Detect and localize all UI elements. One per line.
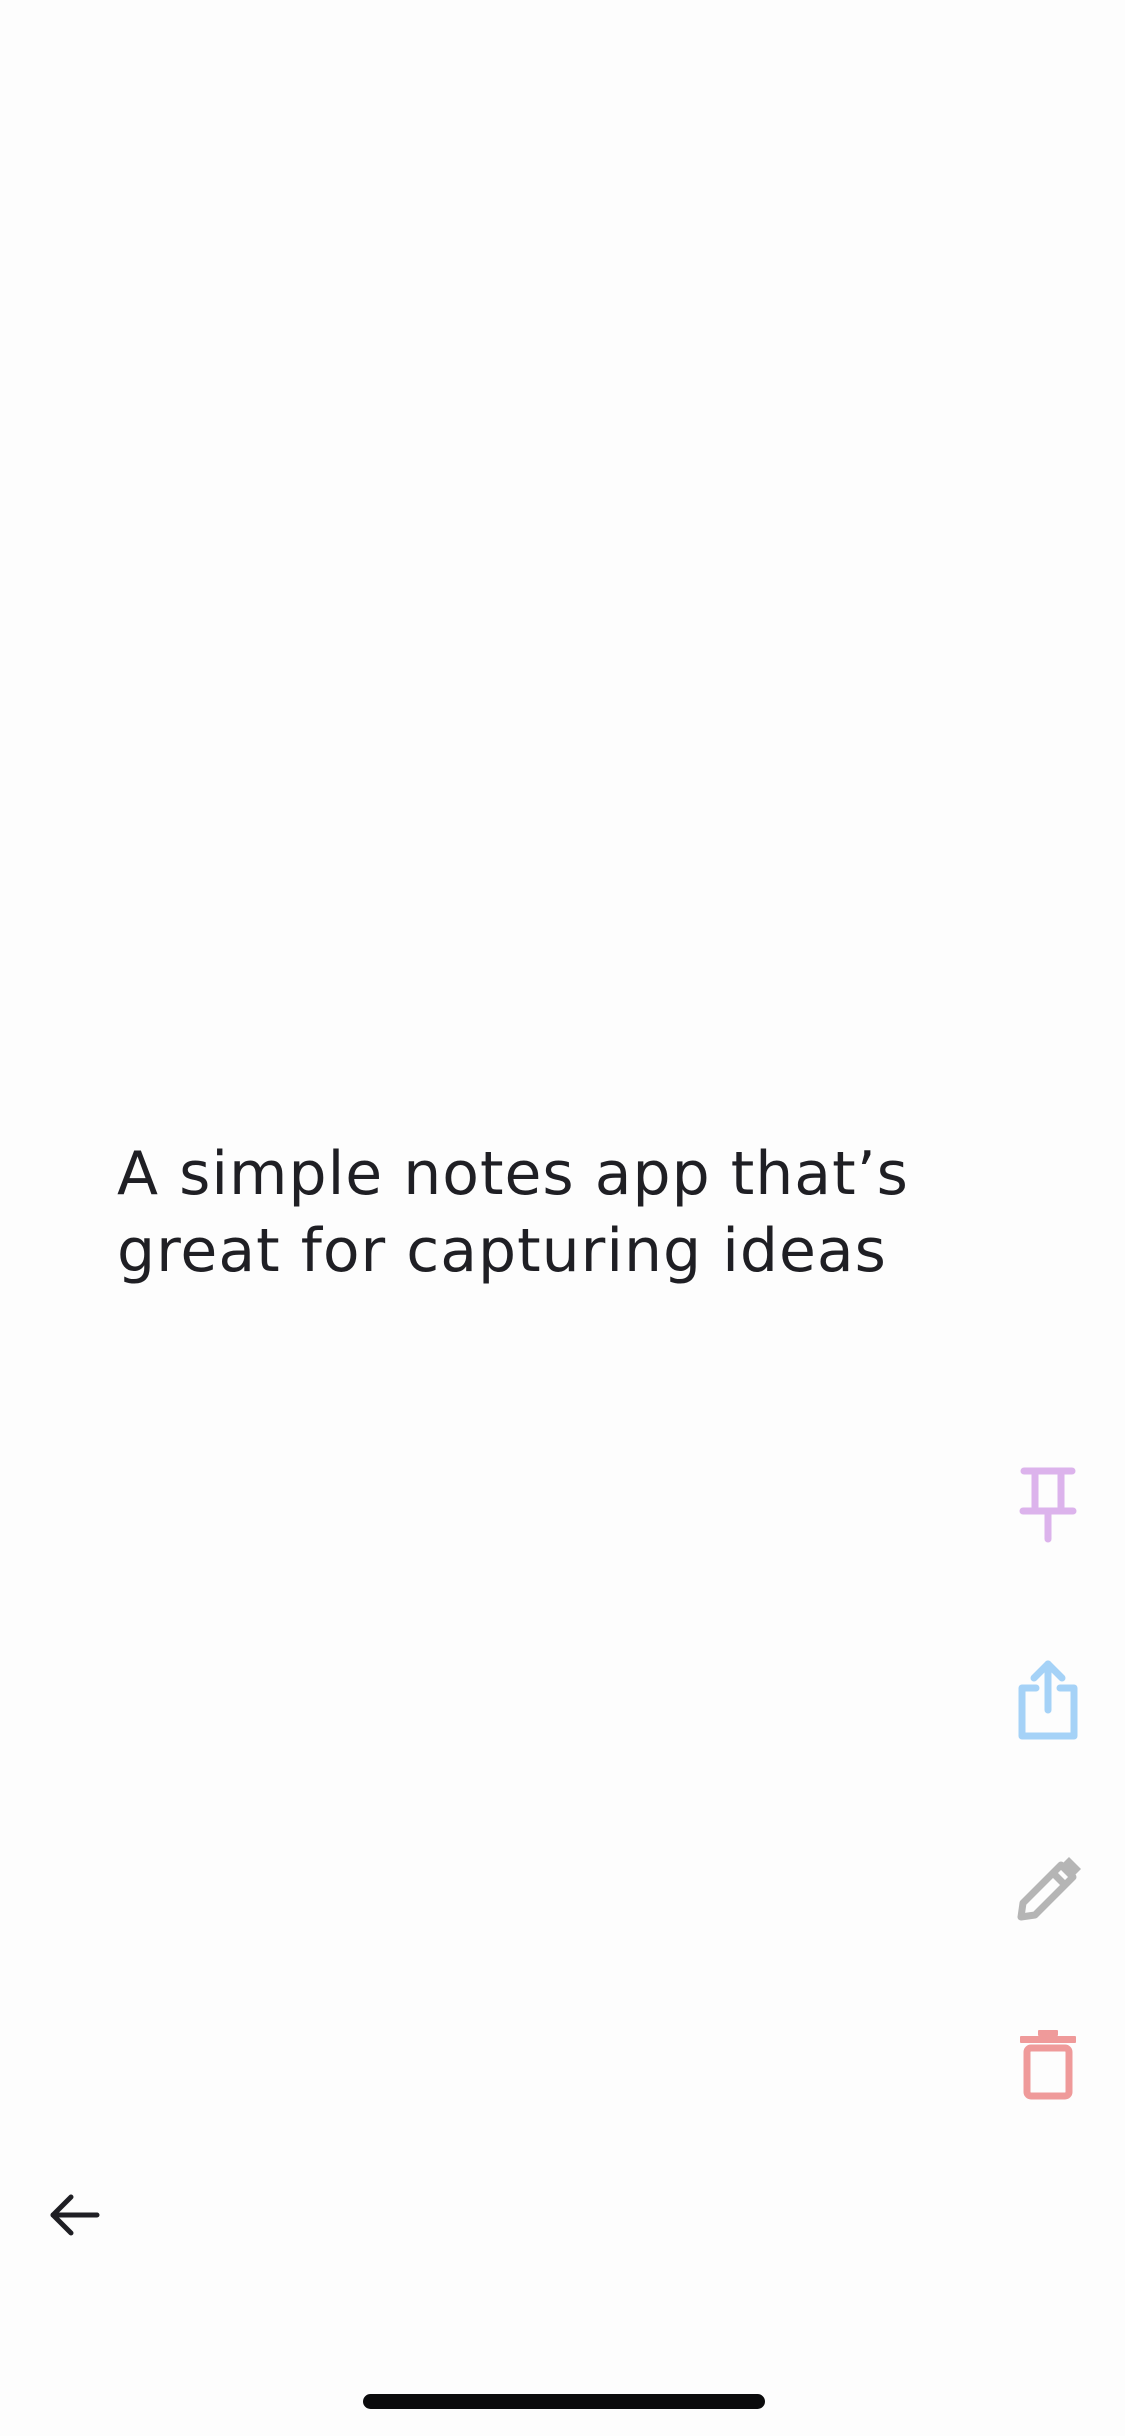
pencil-icon: [1017, 1857, 1081, 1921]
note-line: A simple notes app that’s: [117, 1139, 909, 1209]
pin-icon: [1019, 1467, 1077, 1543]
back-button[interactable]: [30, 2170, 120, 2260]
note-line: great for capturing ideas: [117, 1216, 887, 1286]
share-button[interactable]: [993, 1645, 1103, 1755]
note-content: A simple notes app that’s great for capt…: [117, 1136, 957, 1290]
trash-icon: [1020, 2030, 1076, 2100]
home-indicator[interactable]: [363, 2394, 765, 2409]
note-detail-screen: A simple notes app that’s great for capt…: [0, 0, 1125, 2436]
delete-button[interactable]: [993, 2010, 1103, 2120]
share-icon: [1018, 1660, 1078, 1740]
pin-button[interactable]: [993, 1450, 1103, 1560]
arrow-left-icon: [50, 2194, 100, 2236]
edit-button[interactable]: [993, 1835, 1103, 1945]
